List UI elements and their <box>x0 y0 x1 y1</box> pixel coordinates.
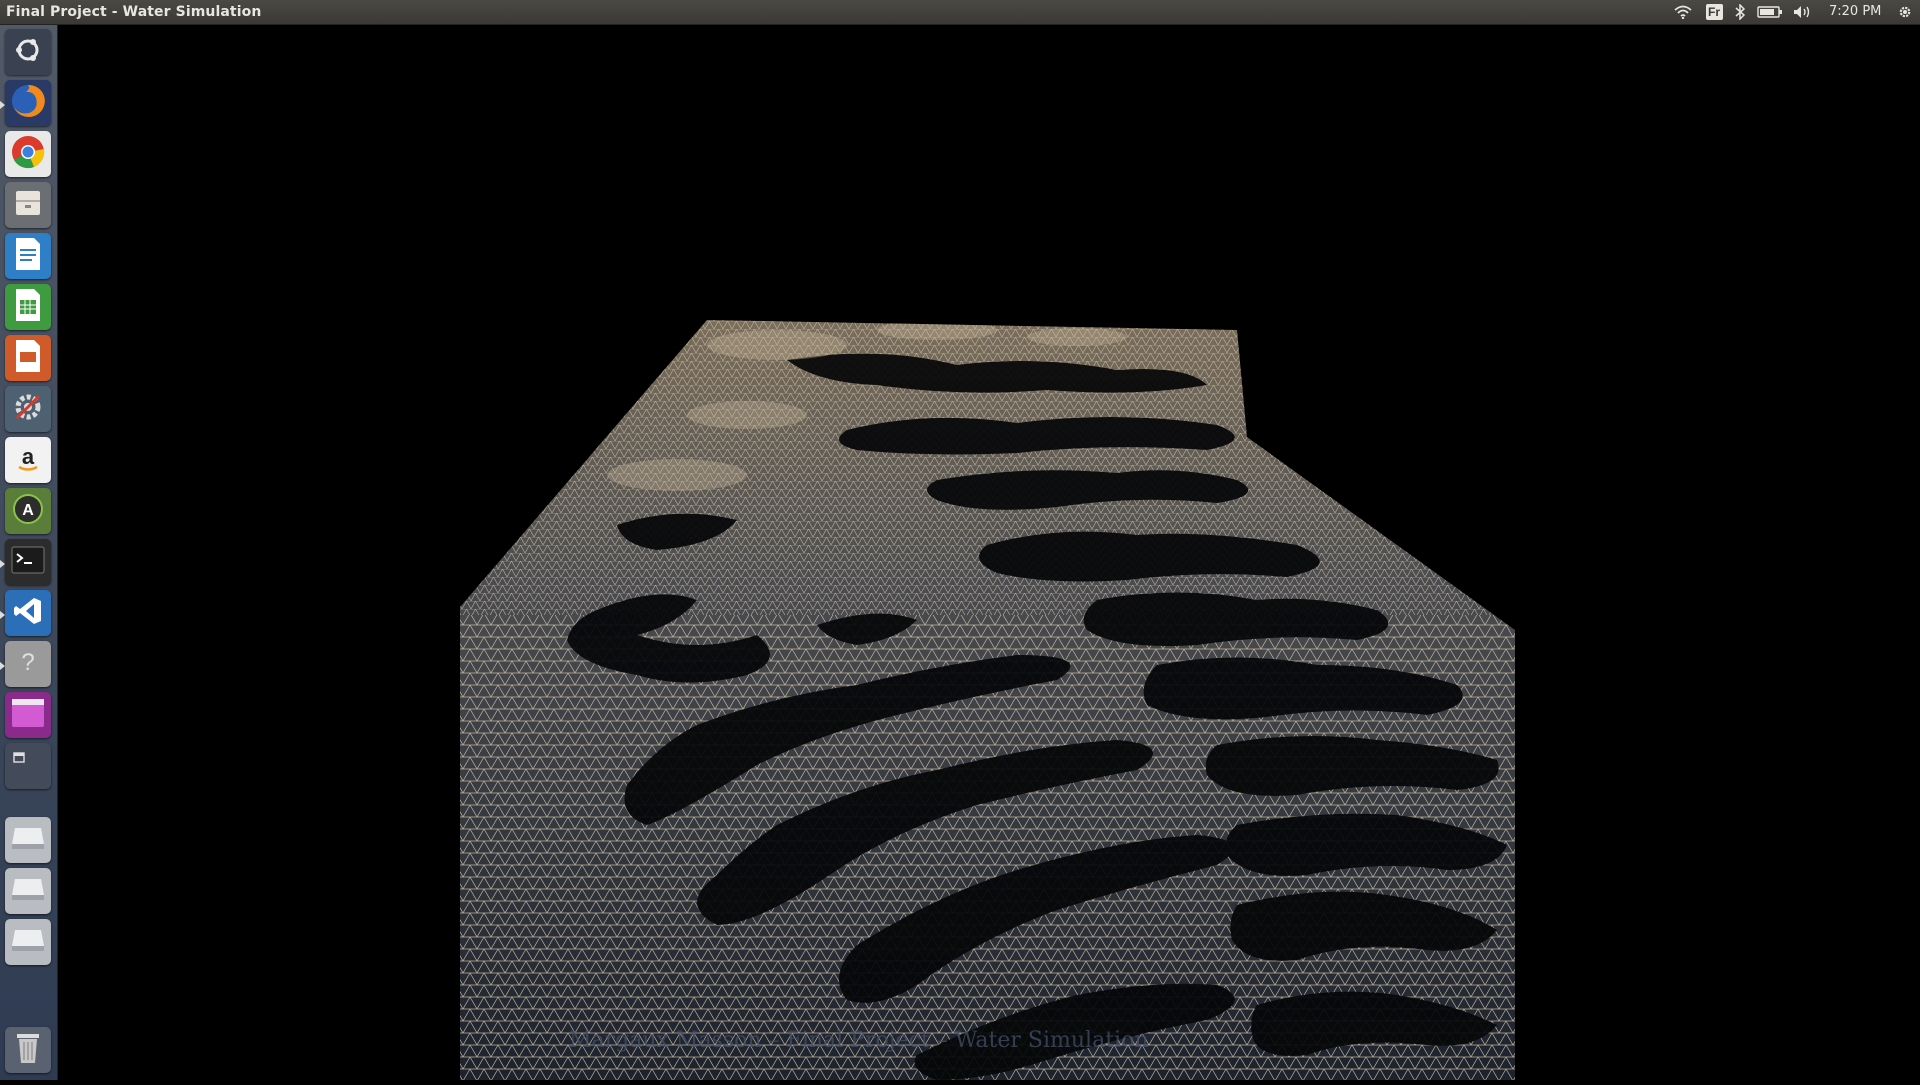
dash-home-button[interactable] <box>5 29 51 75</box>
impress-icon <box>13 339 43 378</box>
drive-1-launcher[interactable] <box>5 817 51 863</box>
simulation-viewport[interactable]: Margaux Masson – Final Project – Water S… <box>57 25 1920 1080</box>
drive-icon <box>11 928 45 957</box>
workspace-switcher-launcher[interactable] <box>5 692 51 738</box>
water-mesh-render <box>460 320 1515 1080</box>
window-launcher[interactable] <box>5 743 51 789</box>
updater-icon: A <box>11 492 45 531</box>
focused-indicator <box>0 662 5 670</box>
keyboard-layout-label: Fr <box>1705 4 1723 20</box>
terminal-launcher[interactable] <box>5 539 51 585</box>
wifi-icon[interactable] <box>1673 3 1693 21</box>
help-launcher[interactable]: ? <box>5 641 51 687</box>
running-indicator <box>0 101 5 109</box>
window-title: Final Project - Water Simulation <box>6 4 262 20</box>
settings-launcher[interactable] <box>5 386 51 432</box>
updater-launcher[interactable]: A <box>5 488 51 534</box>
keyboard-layout-indicator[interactable]: Fr <box>1704 3 1724 21</box>
trash-icon <box>14 1031 42 1070</box>
window-icon <box>13 751 43 781</box>
calc-icon <box>13 288 43 327</box>
vscode-icon <box>12 595 44 632</box>
svg-text:?: ? <box>21 649 34 676</box>
bluetooth-icon[interactable] <box>1732 3 1748 21</box>
firefox-launcher[interactable] <box>5 80 51 126</box>
watermark-text: Margaux Masson – Final Project – Water S… <box>569 1028 1149 1053</box>
running-indicator <box>0 611 5 619</box>
svg-text:a: a <box>22 444 35 469</box>
firefox-icon <box>9 82 47 125</box>
drive-3-launcher[interactable] <box>5 919 51 965</box>
volume-icon[interactable] <box>1792 3 1814 21</box>
writer-icon <box>13 237 43 276</box>
chrome-icon <box>10 134 46 175</box>
writer-launcher[interactable] <box>5 233 51 279</box>
amazon-icon: a <box>12 442 44 479</box>
clock[interactable]: 7:20 PM <box>1829 4 1881 19</box>
calc-launcher[interactable] <box>5 284 51 330</box>
file-cabinet-icon <box>12 187 44 224</box>
vscode-launcher[interactable] <box>5 590 51 636</box>
gear-icon[interactable] <box>1895 3 1915 21</box>
amazon-launcher[interactable]: a <box>5 437 51 483</box>
drive-2-launcher[interactable] <box>5 868 51 914</box>
drive-icon <box>11 826 45 855</box>
settings-icon <box>11 390 45 429</box>
files-launcher[interactable] <box>5 182 51 228</box>
battery-icon[interactable] <box>1756 3 1784 21</box>
svg-text:A: A <box>22 502 34 519</box>
running-indicator <box>0 560 5 568</box>
terminal-icon <box>11 546 45 579</box>
chrome-launcher[interactable] <box>5 131 51 177</box>
launcher: a A ? <box>0 25 58 1080</box>
drive-icon <box>11 877 45 906</box>
help-icon: ? <box>12 646 44 683</box>
workspace-icon <box>11 698 45 733</box>
top-panel: Final Project - Water Simulation Fr 7:20… <box>0 0 1920 25</box>
ubuntu-logo-icon <box>13 35 43 70</box>
trash-launcher[interactable] <box>5 1027 51 1073</box>
impress-launcher[interactable] <box>5 335 51 381</box>
